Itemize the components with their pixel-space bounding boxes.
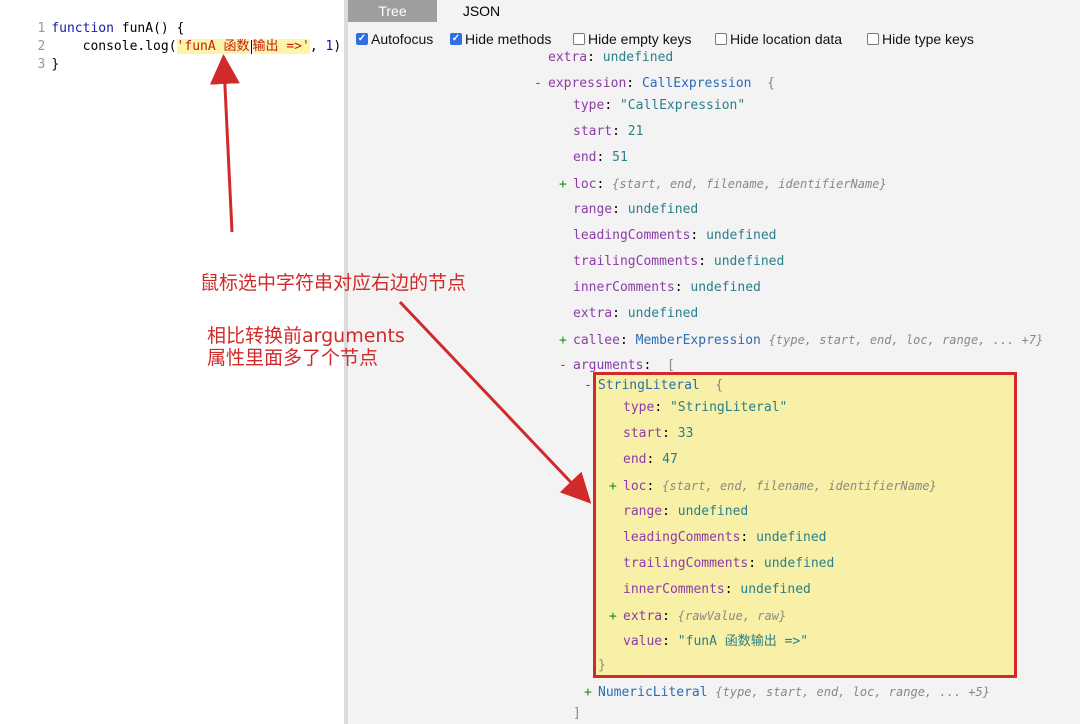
hide-type-keys-option[interactable]: Hide type keys [867, 28, 974, 50]
autofocus-option[interactable]: Autofocus [356, 28, 433, 50]
hide-empty-keys-option[interactable]: Hide empty keys [573, 28, 691, 50]
tree-node[interactable]: leadingComments: undefined [623, 528, 827, 548]
tree-node-arguments[interactable]: - arguments: [ [559, 356, 675, 376]
tree-node[interactable]: innerComments: undefined [573, 278, 761, 298]
tree-node[interactable]: type: "CallExpression" [573, 96, 745, 116]
text-caret [250, 39, 252, 54]
expand-icon[interactable]: + [584, 683, 598, 703]
expand-icon[interactable]: + [609, 477, 623, 497]
option-label: Autofocus [371, 31, 434, 47]
tree-node[interactable]: leadingComments: undefined [573, 226, 777, 246]
option-label: Hide type keys [882, 31, 974, 47]
tree-close-brace: } [598, 658, 606, 673]
tree-node-string-literal[interactable]: - StringLiteral { [584, 376, 723, 396]
tree-close-bracket: ] [573, 706, 581, 721]
line-number: 3 [37, 57, 46, 72]
tree-node[interactable]: range: undefined [573, 200, 698, 220]
option-label: Hide empty keys [588, 31, 692, 47]
code-text: console.log( [51, 39, 177, 54]
hide-methods-checkbox[interactable] [450, 33, 462, 45]
tab-json[interactable]: JSON [437, 0, 526, 22]
tree-node[interactable]: end: 47 [623, 450, 678, 470]
collapse-icon[interactable]: - [534, 74, 548, 94]
collapse-icon[interactable]: - [584, 376, 598, 396]
tree-node-extra[interactable]: + extra: {rawValue, raw} [609, 606, 786, 626]
tree-node[interactable]: trailingComments: undefined [623, 554, 834, 574]
code-text: ) [333, 39, 342, 54]
annotation-arguments-line1: 相比转换前arguments [207, 325, 405, 347]
tree-node[interactable]: type: "StringLiteral" [623, 398, 787, 418]
hide-empty-keys-checkbox[interactable] [573, 33, 585, 45]
tree-node[interactable]: trailingComments: undefined [573, 252, 784, 272]
tree-node-numeric-literal[interactable]: + NumericLiteral {type, start, end, loc, … [584, 682, 990, 702]
tree-node[interactable]: start: 21 [573, 122, 643, 142]
hide-methods-option[interactable]: Hide methods [450, 28, 551, 50]
ast-explorer-panel: Tree JSON Autofocus Hide methods Hide em… [348, 0, 1080, 724]
tree-node[interactable]: innerComments: undefined [623, 580, 811, 600]
annotation-select-string: 鼠标选中字符串对应右边的节点 [200, 272, 467, 294]
code-text: } [51, 57, 60, 72]
view-tabs: Tree JSON [348, 0, 1080, 22]
tree-node[interactable]: end: 51 [573, 148, 628, 168]
code-line-1: 1 function funA() { [0, 2, 184, 36]
tree-node-callee[interactable]: + callee: MemberExpression {type, start, … [559, 330, 1043, 350]
expand-icon[interactable]: + [559, 331, 573, 351]
tree-node[interactable]: value: "funA 函数输出 =>" [623, 632, 808, 652]
code-line-3: 3} [0, 38, 59, 72]
option-label: Hide methods [465, 31, 552, 47]
tree-node-expression[interactable]: - expression: CallExpression { [534, 74, 775, 94]
annotation-arguments-line2: 属性里面多了个节点 [207, 347, 379, 369]
tree-node-loc[interactable]: + loc: {start, end, filename, identifierN… [559, 174, 887, 194]
tree-node[interactable]: start: 33 [623, 424, 693, 444]
ast-tree: extra: undefined - expression: CallExpres… [348, 50, 1080, 724]
code-string-selected[interactable]: 'funA 函数 [176, 39, 250, 54]
tree-node[interactable]: extra: undefined [573, 304, 698, 324]
hide-location-data-option[interactable]: Hide location data [715, 28, 842, 50]
tab-tree[interactable]: Tree [348, 0, 437, 22]
expand-icon[interactable]: + [609, 607, 623, 627]
code-line-2: 2 console.log('funA 函数 输出 =>', 1) [0, 20, 341, 54]
hide-type-keys-checkbox[interactable] [867, 33, 879, 45]
tree-node[interactable]: extra: undefined [548, 48, 673, 68]
autofocus-checkbox[interactable] [356, 33, 368, 45]
hide-location-data-checkbox[interactable] [715, 33, 727, 45]
tree-node-loc[interactable]: + loc: {start, end, filename, identifierN… [609, 476, 937, 496]
tree-node[interactable]: range: undefined [623, 502, 748, 522]
expand-icon[interactable]: + [559, 175, 573, 195]
code-text: , [309, 39, 326, 54]
option-label: Hide location data [730, 31, 843, 47]
code-string-selected[interactable]: 输出 =>' [252, 39, 310, 54]
collapse-icon[interactable]: - [559, 356, 573, 376]
options-toolbar: Autofocus Hide methods Hide empty keys H… [348, 28, 1080, 50]
